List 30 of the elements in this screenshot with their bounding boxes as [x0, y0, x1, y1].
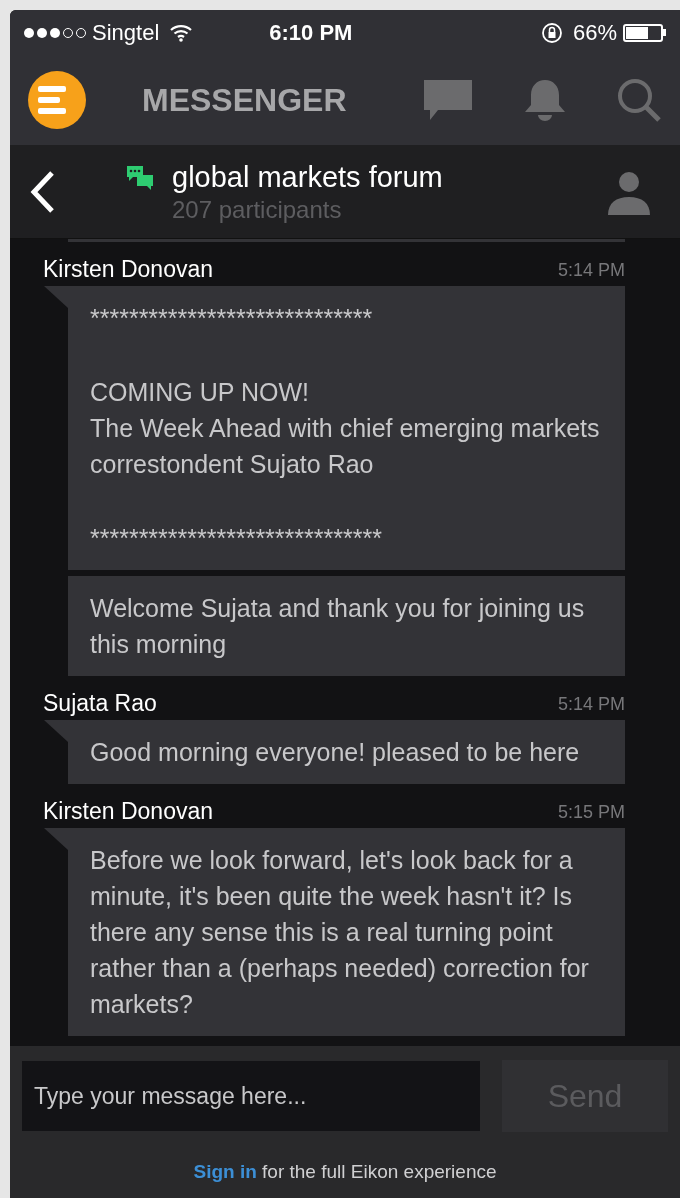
app-logo-icon[interactable] — [28, 71, 86, 129]
message-text: ***************************** — [90, 303, 374, 334]
rotation-lock-icon — [540, 21, 563, 44]
chat-bubble-icon[interactable] — [422, 78, 474, 122]
message-text: COMING UP NOW! The Week Ahead with chief emerging markets correstondent Sujato Rao — [90, 377, 601, 480]
battery-percentage: 66% — [572, 19, 617, 47]
bell-icon[interactable] — [522, 78, 568, 122]
battery-icon — [623, 23, 666, 42]
sender-name: Kirsten Donovan — [43, 255, 214, 284]
search-icon[interactable] — [616, 77, 662, 123]
sender-name: Sujata Rao — [43, 689, 157, 718]
group-chat-icon — [126, 165, 154, 191]
participant-count: 207 participants — [172, 194, 343, 225]
message-text: Welcome Sujata and thank you for joining us this morning — [90, 593, 586, 660]
app-title: MESSENGER — [142, 81, 347, 120]
message-input-field[interactable]: Type your message here... — [22, 1061, 480, 1131]
message-time: 5:14 PM — [557, 259, 625, 282]
back-chevron-icon[interactable] — [28, 169, 56, 214]
wifi-icon — [169, 23, 194, 42]
sign-in-prompt: Sign in for the full Eikon experience — [193, 1159, 497, 1184]
carrier-name: Singtel — [92, 19, 160, 47]
message-time: 5:14 PM — [557, 693, 625, 716]
message-time: 5:15 PM — [557, 801, 625, 824]
chat-title: global markets forum — [172, 159, 443, 195]
message-text: Before we look forward, let's look back for a minute, it's been quite the week hasn't it? Is there any sense this is a real turning point rather than a (perhaps needed) correction for markets? — [90, 845, 590, 1020]
clock-time: 6:10 PM — [269, 19, 353, 47]
sender-name: Kirsten Donovan — [43, 797, 214, 826]
message-text: Good morning everyone! pleased to be here — [90, 737, 581, 768]
sign-in-link[interactable]: Sign in — [193, 1160, 257, 1182]
message-text: ****************************** — [90, 523, 383, 554]
